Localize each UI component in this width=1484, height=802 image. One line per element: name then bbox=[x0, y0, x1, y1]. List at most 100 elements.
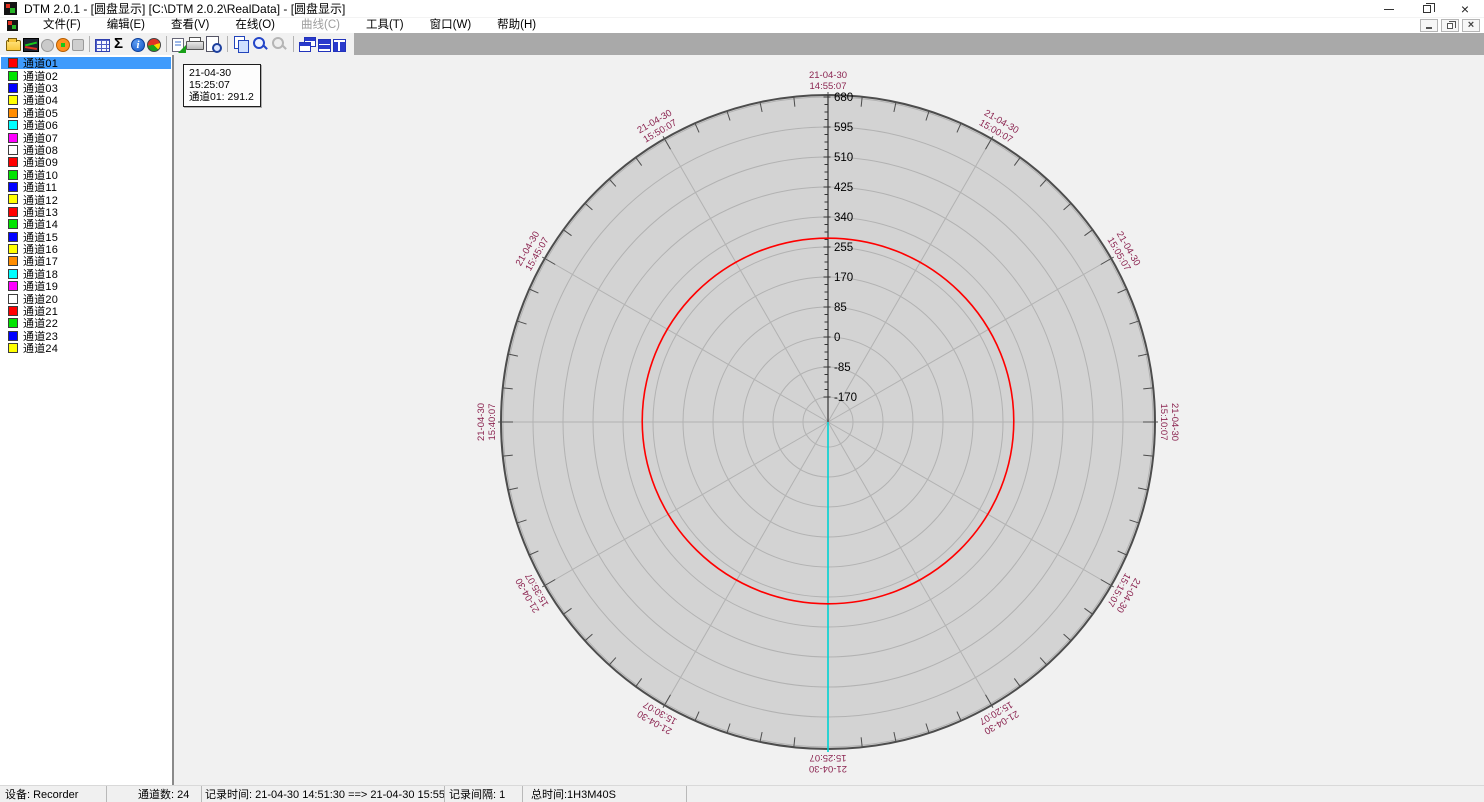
status-section: 通道数: 24 bbox=[107, 786, 202, 802]
print-icon[interactable] bbox=[186, 37, 203, 54]
mdi-child-controls: × bbox=[1420, 19, 1480, 32]
time-label: 21-04-3015:40:07 bbox=[476, 377, 498, 467]
menu-item[interactable]: 查看(V) bbox=[158, 18, 222, 33]
time-label-date: 21-04-30 bbox=[1169, 377, 1180, 467]
channel-color-swatch bbox=[8, 157, 18, 167]
channel-color-swatch bbox=[8, 207, 18, 217]
child-restore-button[interactable] bbox=[1441, 19, 1459, 32]
channel-color-swatch bbox=[8, 170, 18, 180]
zoom-icon[interactable] bbox=[252, 36, 269, 53]
time-label: 21-04-3014:55:07 bbox=[783, 70, 873, 92]
child-minimize-button[interactable] bbox=[1420, 19, 1438, 32]
stop-disabled-icon bbox=[72, 39, 84, 51]
menu-item[interactable]: 在线(O) bbox=[222, 18, 288, 33]
channel-color-swatch bbox=[8, 294, 18, 304]
time-label-time: 15:25:07 bbox=[783, 752, 873, 763]
print-preview-icon[interactable] bbox=[205, 36, 222, 53]
channel-color-swatch bbox=[8, 108, 18, 118]
channel-color-swatch bbox=[8, 281, 18, 291]
status-bar: 设备: Recorder通道数: 24记录时间: 21-04-30 14:51:… bbox=[0, 785, 1484, 802]
channel-color-swatch bbox=[8, 133, 18, 143]
channel-color-swatch bbox=[8, 343, 18, 353]
window-title: DTM 2.0.1 - [圆盘显示] [C:\DTM 2.0.2\RealDat… bbox=[24, 0, 345, 17]
time-label-date: 21-04-30 bbox=[783, 70, 873, 81]
info-icon[interactable] bbox=[131, 38, 145, 52]
copy-icon[interactable] bbox=[233, 36, 250, 53]
record-active-icon[interactable] bbox=[56, 38, 70, 52]
channel-color-swatch bbox=[8, 71, 18, 81]
channel-color-swatch bbox=[8, 120, 18, 130]
channel-color-swatch bbox=[8, 232, 18, 242]
axis-tick-label: 680 bbox=[834, 92, 853, 104]
channel-color-swatch bbox=[8, 145, 18, 155]
channel-color-swatch bbox=[8, 331, 18, 341]
polar-chart-area[interactable]: 680595510425340255170850-85-170 21-04-30… bbox=[174, 55, 1482, 785]
time-label-date: 21-04-30 bbox=[783, 763, 873, 774]
toolbar-separator bbox=[227, 36, 228, 52]
channel-color-swatch bbox=[8, 244, 18, 254]
time-label-time: 15:10:07 bbox=[1158, 377, 1169, 467]
sum-sigma-icon[interactable] bbox=[112, 36, 129, 53]
tile-horizontal-icon[interactable] bbox=[318, 39, 331, 52]
pie-chart-icon[interactable] bbox=[147, 38, 161, 52]
restore-icon bbox=[1423, 5, 1431, 13]
mdi-child-icon[interactable] bbox=[7, 20, 18, 31]
status-section: 记录时间: 21-04-30 14:51:30 ==> 21-04-30 15:… bbox=[202, 786, 445, 802]
channel-color-swatch bbox=[8, 58, 18, 68]
child-close-icon: × bbox=[1468, 21, 1474, 30]
axis-tick-label: -170 bbox=[834, 392, 857, 404]
zoom-disabled-icon bbox=[271, 36, 288, 53]
data-tooltip: 21-04-3015:25:07通道01: 291.2 bbox=[183, 64, 261, 107]
child-minimize-icon bbox=[1426, 27, 1432, 29]
menu-items: 文件(F)编辑(E)查看(V)在线(O)曲线(C)工具(T)窗口(W)帮助(H) bbox=[30, 18, 549, 33]
chart-display-icon[interactable] bbox=[23, 38, 39, 52]
menu-item[interactable]: 编辑(E) bbox=[94, 18, 158, 33]
channel-color-swatch bbox=[8, 318, 18, 328]
time-label-date: 21-04-30 bbox=[476, 377, 487, 467]
axis-tick-label: 0 bbox=[834, 332, 840, 344]
status-section bbox=[687, 786, 1484, 802]
channel-item[interactable]: 通道24 bbox=[1, 342, 171, 354]
tile-vertical-icon[interactable] bbox=[333, 39, 346, 52]
child-close-button[interactable]: × bbox=[1462, 19, 1480, 32]
channel-list-panel: 通道01通道02通道03通道04通道05通道06通道07通道08通道09通道10… bbox=[0, 55, 174, 785]
menu-item[interactable]: 工具(T) bbox=[353, 18, 417, 33]
app-icon bbox=[4, 2, 17, 15]
cascade-windows-icon[interactable] bbox=[299, 36, 316, 53]
restore-button[interactable] bbox=[1408, 0, 1446, 18]
channel-color-swatch bbox=[8, 306, 18, 316]
channel-color-swatch bbox=[8, 219, 18, 229]
time-label-time: 14:55:07 bbox=[783, 81, 873, 92]
axis-tick-label: 255 bbox=[834, 242, 853, 254]
window-controls: × bbox=[1370, 0, 1484, 17]
tooltip-line: 15:25:07 bbox=[189, 79, 254, 91]
close-icon: × bbox=[1461, 4, 1469, 14]
minimize-button[interactable] bbox=[1370, 0, 1408, 18]
minimize-icon bbox=[1384, 9, 1394, 10]
menu-item[interactable]: 文件(F) bbox=[30, 18, 94, 33]
status-section: 记录间隔: 1 bbox=[445, 786, 523, 802]
export-icon[interactable] bbox=[172, 38, 184, 52]
axis-tick-label: 510 bbox=[834, 152, 853, 164]
channel-color-swatch bbox=[8, 194, 18, 204]
axis-tick-label: 595 bbox=[834, 122, 853, 134]
menu-bar: 文件(F)编辑(E)查看(V)在线(O)曲线(C)工具(T)窗口(W)帮助(H)… bbox=[0, 18, 1484, 33]
close-button[interactable]: × bbox=[1446, 0, 1484, 18]
channel-color-swatch bbox=[8, 182, 18, 192]
axis-tick-label: 170 bbox=[834, 272, 853, 284]
tooltip-line: 通道01: 291.2 bbox=[189, 91, 254, 103]
open-file-icon[interactable] bbox=[6, 40, 21, 51]
time-label: 21-04-3015:25:07 bbox=[783, 752, 873, 774]
data-grid-icon[interactable] bbox=[95, 39, 110, 52]
channel-color-swatch bbox=[8, 256, 18, 266]
channel-color-swatch bbox=[8, 269, 18, 279]
menu-item[interactable]: 帮助(H) bbox=[484, 18, 549, 33]
menu-item: 曲线(C) bbox=[288, 18, 353, 33]
toolbar-separator bbox=[89, 36, 90, 52]
channel-color-swatch bbox=[8, 83, 18, 93]
title-bar: DTM 2.0.1 - [圆盘显示] [C:\DTM 2.0.2\RealDat… bbox=[0, 0, 1484, 18]
toolbar-separator bbox=[293, 36, 294, 52]
toolbar-strip bbox=[0, 33, 354, 55]
channel-color-swatch bbox=[8, 95, 18, 105]
menu-item[interactable]: 窗口(W) bbox=[417, 18, 485, 33]
